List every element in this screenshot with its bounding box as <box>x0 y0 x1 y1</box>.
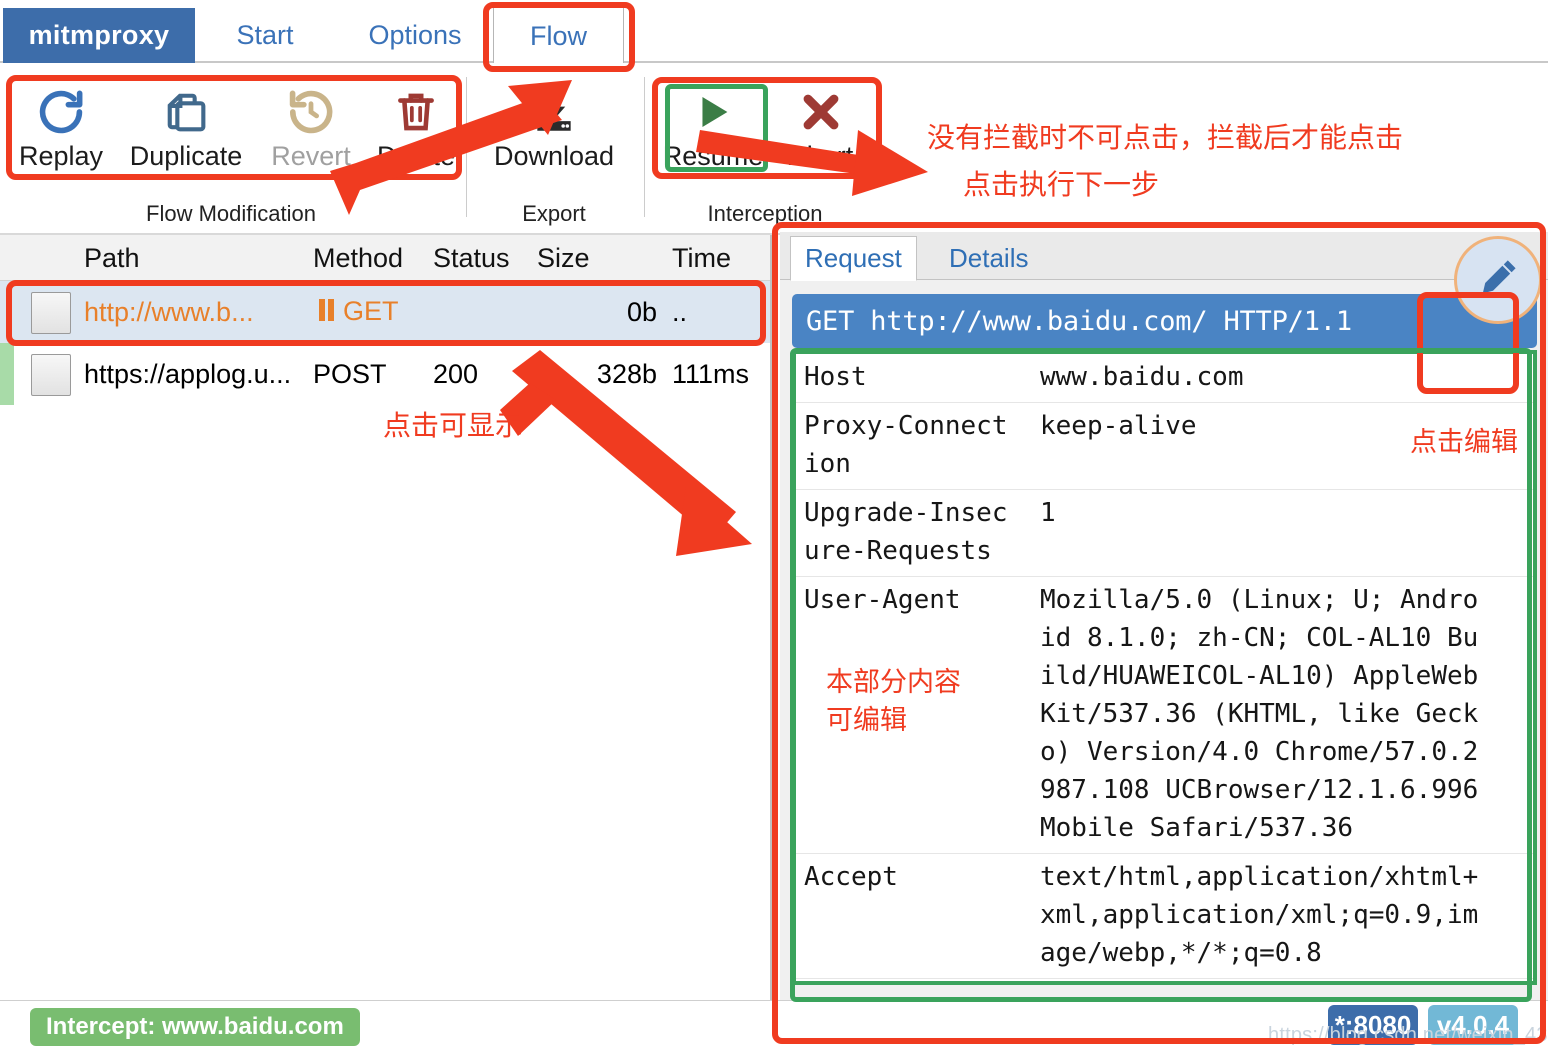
resume-button[interactable]: Resume <box>654 77 772 187</box>
mitmproxy-window: mitmproxy Start Options Flow Replay <box>0 0 1548 1052</box>
header-value[interactable]: 1 <box>1040 494 1510 570</box>
trash-icon <box>391 83 441 141</box>
ribbon-group-export: Download Export <box>470 63 638 235</box>
ribbon-group-interception: Resume Abort Interception <box>650 63 880 235</box>
header-name: Accept-Encodi ng <box>804 983 1040 985</box>
cell-method: POST <box>313 359 387 390</box>
header-row: Accept text/html,application/xhtml+ xml,… <box>796 854 1533 979</box>
tab-options[interactable]: Options <box>345 8 485 63</box>
header-value[interactable]: text/html,application/xhtml+ xml,applica… <box>1040 858 1510 972</box>
abort-label: Abort <box>789 141 854 172</box>
download-icon <box>529 83 579 141</box>
cross-icon <box>797 83 845 141</box>
column-header-status[interactable]: Status <box>433 243 510 274</box>
replay-label: Replay <box>19 141 103 172</box>
row-checkbox[interactable] <box>31 354 71 396</box>
header-name: Proxy-Connect ion <box>804 407 1040 483</box>
header-row: Upgrade-Insec ure-Requests 1 <box>796 490 1533 577</box>
status-badge-intercept: Intercept: www.baidu.com <box>30 1008 360 1046</box>
header-name: Accept <box>804 858 1040 972</box>
tab-start[interactable]: Start <box>215 8 315 63</box>
cell-path: http://www.b... <box>84 297 254 328</box>
revert-icon <box>285 83 337 141</box>
table-row[interactable]: http://www.b... GET 0b .. <box>0 281 770 343</box>
detail-tab-bar: Request Details <box>780 232 1548 280</box>
tab-request[interactable]: Request <box>790 236 917 281</box>
column-header-method[interactable]: Method <box>313 243 403 274</box>
delete-button[interactable]: Delete <box>357 77 475 187</box>
revert-button[interactable]: Revert <box>252 77 370 187</box>
replay-icon <box>35 83 87 141</box>
header-name: User-Agent <box>804 581 1040 847</box>
watermark: https://blog.csdn.net/weixin_43905437 <box>1268 1024 1548 1047</box>
abort-button[interactable]: Abort <box>762 77 880 187</box>
cell-size: 328b <box>537 359 657 390</box>
tab-details[interactable]: Details <box>935 236 1042 281</box>
play-icon <box>686 83 740 141</box>
cell-size: 0b <box>537 297 657 328</box>
cell-method-text: GET <box>343 296 399 326</box>
cell-time: .. <box>672 297 687 328</box>
header-value[interactable]: www.baidu.com <box>1040 358 1510 396</box>
tab-bar: mitmproxy Start Options Flow <box>0 0 1548 63</box>
request-line-text: GET http://www.baidu.com/ HTTP/1.1 <box>806 306 1352 337</box>
row-marker <box>0 281 14 343</box>
tab-flow[interactable]: Flow <box>493 7 624 64</box>
column-header-time[interactable]: Time <box>672 243 731 274</box>
resume-label: Resume <box>663 141 764 172</box>
delete-label: Delete <box>377 141 455 172</box>
pencil-icon <box>1474 254 1522 307</box>
flow-table-header: Path Method Status Size Time <box>0 235 770 281</box>
row-marker <box>0 343 14 405</box>
duplicate-icon <box>160 83 212 141</box>
ribbon-group-flow-modification: Replay Duplicate <box>0 63 462 235</box>
header-row: Host www.baidu.com <box>796 354 1533 403</box>
cell-path: https://applog.u... <box>84 359 291 390</box>
duplicate-button[interactable]: Duplicate <box>127 77 245 187</box>
app-brand: mitmproxy <box>3 8 195 63</box>
header-name: Host <box>804 358 1040 396</box>
group-label-flow-modification: Flow Modification <box>0 201 462 227</box>
column-header-size[interactable]: Size <box>537 243 590 274</box>
cell-method: GET <box>313 296 399 328</box>
ribbon-toolbar: Replay Duplicate <box>0 63 1548 235</box>
header-row: Proxy-Connect ion keep-alive <box>796 403 1533 490</box>
duplicate-label: Duplicate <box>130 141 243 172</box>
replay-button[interactable]: Replay <box>2 77 120 187</box>
table-row[interactable]: https://applog.u... POST 200 328b 111ms <box>0 343 770 405</box>
cell-time: 111ms <box>672 359 749 390</box>
download-button[interactable]: Download <box>495 77 613 187</box>
download-label: Download <box>494 141 614 172</box>
ribbon-separator-1 <box>466 77 467 217</box>
cell-status: 200 <box>433 359 478 390</box>
header-name: Upgrade-Insec ure-Requests <box>804 494 1040 570</box>
column-header-path[interactable]: Path <box>84 243 140 274</box>
header-row: User-Agent Mozilla/5.0 (Linux; U; Andro … <box>796 577 1533 854</box>
header-row: Accept-Encodi ng gzip, deflate <box>796 979 1533 985</box>
revert-label: Revert <box>271 141 351 172</box>
flow-detail-panel: Request Details GET http://www.baidu.com… <box>780 232 1548 1002</box>
header-value[interactable]: keep-alive <box>1040 407 1510 483</box>
edit-request-button[interactable] <box>1454 236 1542 324</box>
group-label-interception: Interception <box>650 201 880 227</box>
pause-icon <box>319 297 337 328</box>
ribbon-separator-2 <box>644 77 645 217</box>
request-headers-table[interactable]: Host www.baidu.com Proxy-Connect ion kee… <box>792 350 1537 985</box>
row-checkbox[interactable] <box>31 292 71 334</box>
flow-list-pane: Path Method Status Size Time http://www.… <box>0 235 772 1000</box>
group-label-export: Export <box>470 201 638 227</box>
request-line-bar: GET http://www.baidu.com/ HTTP/1.1 <box>792 294 1537 348</box>
header-value[interactable]: gzip, deflate <box>1040 983 1510 985</box>
header-value[interactable]: Mozilla/5.0 (Linux; U; Andro id 8.1.0; z… <box>1040 581 1510 847</box>
